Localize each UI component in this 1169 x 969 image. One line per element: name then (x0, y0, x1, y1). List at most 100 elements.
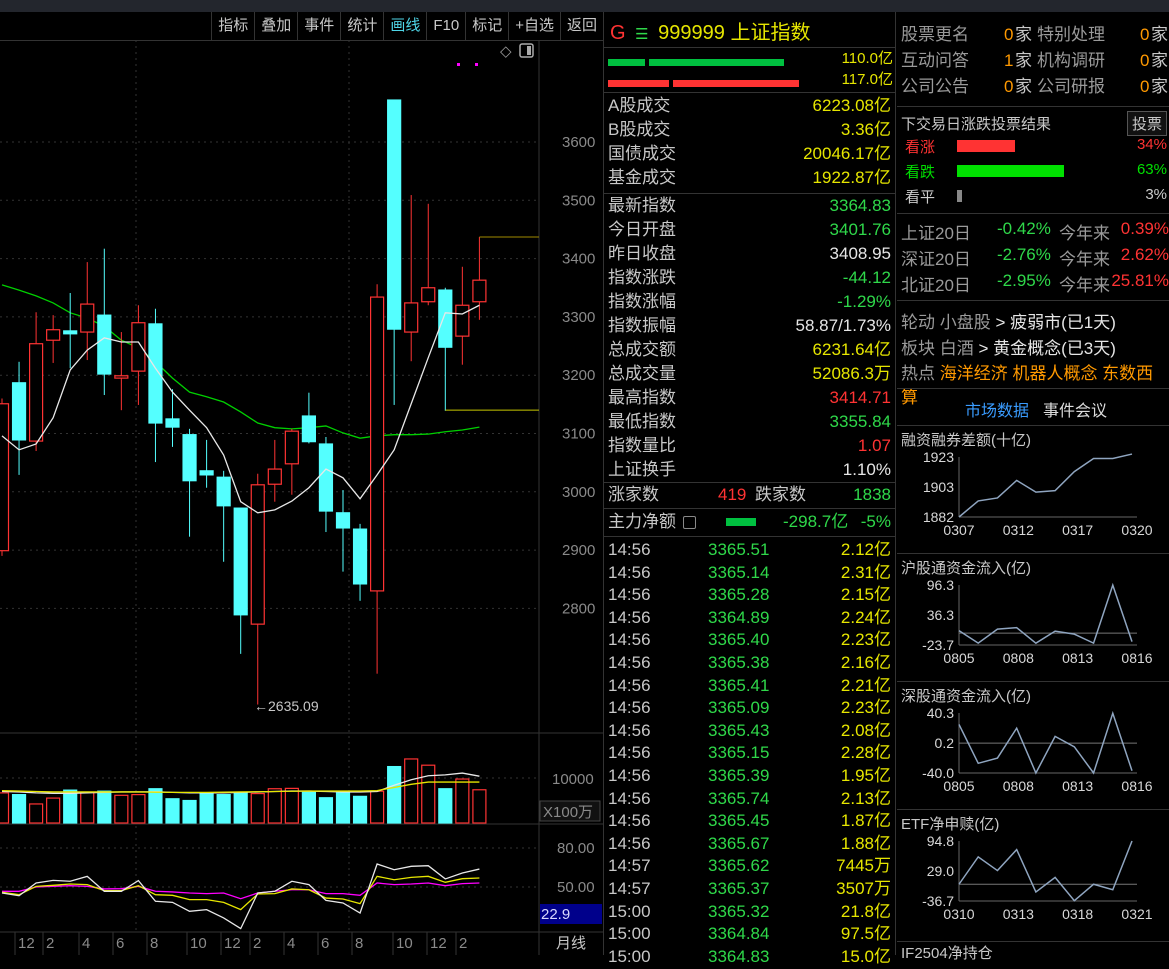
mini-chart[interactable]: 1923190318820307 0312 0317 0320 (897, 447, 1169, 557)
candle[interactable] (29, 312, 44, 451)
candle[interactable] (80, 262, 95, 361)
volume-bar[interactable] (216, 794, 231, 824)
candle[interactable] (182, 428, 197, 537)
kline-chart[interactable]: ◇ 3600 3500 3400 3300 3200 3100 3000 2900 2800 ←26… (0, 0, 603, 955)
candle[interactable] (233, 507, 248, 654)
stat-row-label: 最高指数 (608, 388, 676, 407)
stat-row[interactable]: 指数涨幅 -1.29% (608, 290, 891, 314)
candle[interactable] (11, 361, 27, 475)
mini-chart[interactable]: 40.30.2-40.00805 0808 0813 0816 (897, 703, 1169, 813)
volume-bar[interactable] (199, 792, 214, 824)
candle[interactable] (114, 332, 129, 411)
candle[interactable] (0, 398, 10, 556)
volume-bar[interactable] (63, 789, 78, 824)
candle[interactable] (455, 266, 470, 365)
volume-bar[interactable] (455, 778, 470, 824)
candle[interactable] (438, 287, 453, 411)
volume-bar[interactable] (80, 791, 95, 824)
volume-bar[interactable] (387, 765, 402, 824)
stat-row[interactable]: 总成交额 6231.64亿 (608, 338, 891, 362)
volume-bar[interactable] (182, 799, 197, 824)
candle[interactable] (387, 99, 402, 405)
volume-bar[interactable] (472, 789, 487, 824)
tab-events[interactable]: 事件会议 (1043, 397, 1107, 421)
candle[interactable] (284, 428, 299, 495)
event-label: 公司公告 (901, 77, 969, 96)
volume-bar[interactable] (165, 798, 180, 824)
volume-bar[interactable] (131, 794, 146, 824)
candle[interactable] (370, 284, 385, 674)
stat-row[interactable]: 指数涨跌 -44.12 (608, 266, 891, 290)
mini-chart[interactable]: 96.336.3-23.70805 0808 0813 0816 (897, 575, 1169, 685)
candle-body (114, 375, 129, 379)
volume-bar[interactable] (0, 792, 10, 824)
stat-row[interactable]: 上证换手 1.10% (608, 458, 891, 482)
volume-bar[interactable] (97, 790, 112, 824)
candle[interactable] (199, 439, 214, 488)
volume-bar[interactable] (11, 794, 27, 824)
tab-market-data[interactable]: 市场数据 (965, 397, 1029, 421)
candle[interactable] (267, 439, 282, 502)
tick-volume: 21.8亿 (840, 901, 891, 921)
candle[interactable] (46, 315, 61, 363)
stat-row[interactable]: 指数量比 1.07 (608, 434, 891, 458)
period-selector[interactable]: 月线 (556, 935, 586, 952)
volume-bar[interactable] (46, 797, 61, 824)
stat-row[interactable]: 最新指数 3364.83 (608, 194, 891, 218)
mini-chart[interactable]: 94.829.0-36.70310 0313 0318 0321 (897, 831, 1169, 941)
candle[interactable] (97, 248, 112, 396)
event-row[interactable]: 互动问答 1 家机构调研 0 家 (901, 49, 1169, 73)
event-row[interactable]: 股票更名 0 家特别处理 0 家 (901, 23, 1169, 47)
menu-icon[interactable]: ☰ (635, 26, 648, 43)
layout-toggle-icon[interactable] (519, 43, 534, 58)
x-tick-label: 2 (459, 935, 467, 952)
candle[interactable] (250, 473, 265, 705)
volume-bar[interactable] (421, 764, 436, 824)
event-row[interactable]: 公司公告 0 家公司研报 0 家 (901, 75, 1169, 99)
candle[interactable] (404, 195, 419, 362)
volume-bar[interactable] (318, 797, 334, 824)
vote-button[interactable]: 投票 (1127, 111, 1168, 136)
turnover-row[interactable]: B股成交 3.36亿 (608, 118, 891, 142)
candle[interactable] (148, 308, 163, 463)
list-icon[interactable] (683, 516, 696, 529)
candle[interactable] (216, 470, 231, 562)
candle[interactable] (63, 292, 78, 369)
stat-row[interactable]: 指数振幅 58.87/1.73% (608, 314, 891, 338)
stat-row[interactable]: 最高指数 3414.71 (608, 386, 891, 410)
volume-bar[interactable] (352, 795, 368, 824)
candle-body (131, 322, 146, 372)
mini-x-label: 0808 (1003, 778, 1034, 794)
candle[interactable] (301, 392, 316, 444)
volume-bar[interactable] (233, 792, 248, 824)
stat-row[interactable]: 总成交量 52086.3万 (608, 362, 891, 386)
turnover-row[interactable]: 国债成交 20046.17亿 (608, 142, 891, 166)
candle-body (352, 528, 368, 585)
volume-bar[interactable] (114, 794, 129, 824)
volume-bar[interactable] (335, 792, 351, 824)
stat-row[interactable]: 最低指数 3355.84 (608, 410, 891, 434)
volume-bar[interactable] (370, 790, 385, 824)
candle[interactable] (352, 523, 368, 601)
stat-row[interactable]: 昨日收盘 3408.95 (608, 242, 891, 266)
volume-bar[interactable] (267, 788, 282, 824)
tick-volume: 2.13亿 (840, 788, 891, 808)
volume-bar[interactable] (250, 792, 265, 824)
rotation-to[interactable]: 疲弱市(已1天) (1010, 313, 1116, 332)
volume-bar[interactable] (284, 787, 299, 824)
volume-bar[interactable] (148, 788, 163, 824)
volume-bar[interactable] (29, 803, 44, 824)
candle[interactable] (335, 490, 351, 572)
volume-bar[interactable] (301, 790, 316, 824)
tick-price: 3364.89 (708, 607, 770, 627)
candle[interactable] (131, 305, 146, 405)
candle[interactable] (421, 203, 436, 306)
stat-row[interactable]: 今日开盘 3401.76 (608, 218, 891, 242)
turnover-row[interactable]: A股成交 6223.08亿 (608, 94, 891, 118)
candle[interactable] (318, 436, 334, 533)
sector-to[interactable]: 黄金概念(已3天) (993, 339, 1116, 358)
volume-bar[interactable] (438, 788, 453, 824)
volume-bar[interactable] (404, 758, 419, 824)
diamond-icon[interactable]: ◇ (500, 43, 512, 60)
turnover-row[interactable]: 基金成交 1922.87亿 (608, 166, 891, 190)
